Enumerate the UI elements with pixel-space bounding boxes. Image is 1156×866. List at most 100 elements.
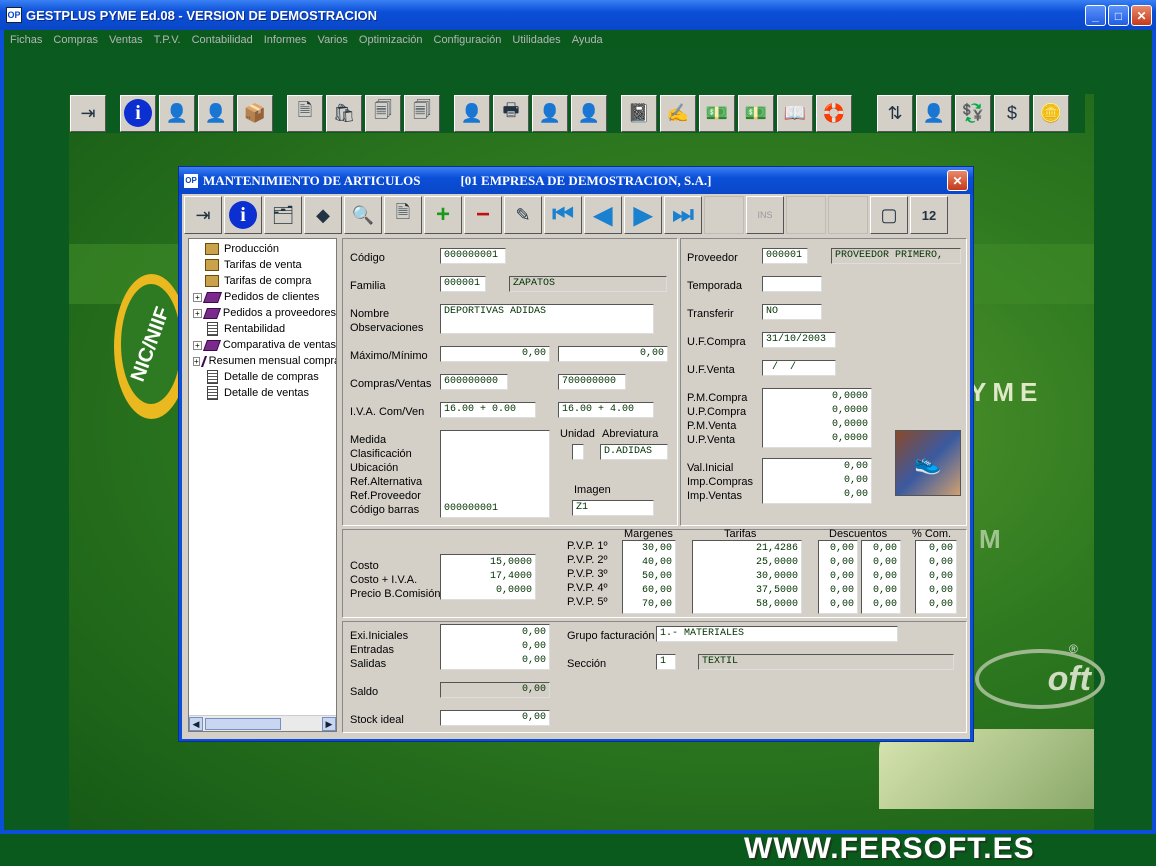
transferir-field[interactable]: NO xyxy=(762,304,822,320)
ledger-book-icon[interactable]: 📖 xyxy=(777,94,813,132)
scroll-thumb[interactable] xyxy=(205,717,281,730)
margenes-field[interactable]: 30,00 40,00 50,00 60,00 70,00 xyxy=(622,540,676,614)
tree-item-tarifas-venta[interactable]: Tarifas de venta xyxy=(189,257,336,273)
bag-icon[interactable]: 🛍 xyxy=(326,94,362,132)
exit-icon[interactable]: ⇥ xyxy=(184,196,222,234)
maximize-button[interactable]: □ xyxy=(1108,5,1129,26)
stock-ideal-field[interactable]: 0,00 xyxy=(440,710,550,726)
seccion-code-field[interactable]: 1 xyxy=(656,654,676,670)
user-box-icon[interactable]: 👤 xyxy=(532,94,568,132)
ventas-field[interactable]: 700000000 xyxy=(558,374,626,390)
temporada-field[interactable] xyxy=(762,276,822,292)
menu-compras[interactable]: Compras xyxy=(53,34,98,46)
scroll-right-icon[interactable]: ▶ xyxy=(322,716,336,731)
tree-item-produccion[interactable]: Producción xyxy=(189,241,336,257)
familia-code-field[interactable]: 000001 xyxy=(440,276,486,292)
proveedor-code-field[interactable]: 000001 xyxy=(762,248,808,264)
iva-ventas-field[interactable]: 16.00 + 4.00 xyxy=(558,402,654,418)
article-image[interactable]: 👟 xyxy=(895,430,961,496)
next-record-icon[interactable]: ▶ xyxy=(624,196,662,234)
lifebuoy-icon[interactable]: 🛟 xyxy=(816,94,852,132)
medida-block-field[interactable]: 000000001 xyxy=(440,430,550,518)
menu-fichas[interactable]: Fichas xyxy=(10,34,42,46)
unidad-checkbox[interactable] xyxy=(572,444,584,460)
money-transfer-icon[interactable]: 💱 xyxy=(955,94,991,132)
menu-informes[interactable]: Informes xyxy=(264,34,307,46)
money-up-icon[interactable]: 💵 xyxy=(699,94,735,132)
pages-12-icon[interactable]: 12 xyxy=(910,196,948,234)
tree-hscrollbar[interactable]: ◀ ▶ xyxy=(189,715,336,731)
tree-item-comparativa-ventas[interactable]: + Comparativa de ventas xyxy=(189,337,336,353)
menu-contabilidad[interactable]: Contabilidad xyxy=(192,34,253,46)
menu-varios[interactable]: Varios xyxy=(318,34,348,46)
expand-icon[interactable]: + xyxy=(193,308,202,318)
descuento2-field[interactable]: 0,00 0,00 0,00 0,00 0,00 xyxy=(861,540,901,614)
maximo-field[interactable]: 0,00 xyxy=(440,346,550,362)
comision-field[interactable]: 0,00 0,00 0,00 0,00 0,00 xyxy=(915,540,957,614)
coins-icon[interactable]: 🪙 xyxy=(1033,94,1069,132)
user-document-icon[interactable]: 👤 xyxy=(571,94,607,132)
square-button-icon[interactable]: ▢ xyxy=(870,196,908,234)
articles-box-icon[interactable]: 📦 xyxy=(237,94,273,132)
close-button[interactable]: ✕ xyxy=(1131,5,1152,26)
edit-icon[interactable]: ✎ xyxy=(504,196,542,234)
menu-optimizacion[interactable]: Optimización xyxy=(359,34,423,46)
last-record-icon[interactable]: ⏭ xyxy=(664,196,702,234)
codigo-field[interactable]: 000000001 xyxy=(440,248,506,264)
tree-item-pedidos-proveedores[interactable]: + Pedidos a proveedores xyxy=(189,305,336,321)
minimize-button[interactable]: _ xyxy=(1085,5,1106,26)
expand-icon[interactable]: + xyxy=(193,340,202,350)
clients-icon[interactable]: 👤 xyxy=(159,94,195,132)
exit-icon[interactable]: ⇥ xyxy=(70,94,106,132)
printer-icon[interactable]: 🖶 xyxy=(493,94,529,132)
first-record-icon[interactable]: ⏮ xyxy=(544,196,582,234)
map-icon[interactable]: ◆ xyxy=(304,196,342,234)
user-gift-icon[interactable]: 👤 xyxy=(454,94,490,132)
dialog-close-button[interactable]: ✕ xyxy=(947,170,968,191)
descuento1-field[interactable]: 0,00 0,00 0,00 0,00 0,00 xyxy=(818,540,858,614)
sort-az-icon[interactable]: ⇅ xyxy=(877,94,913,132)
delete-icon[interactable]: − xyxy=(464,196,502,234)
menu-ventas[interactable]: Ventas xyxy=(109,34,143,46)
ins-icon[interactable]: INS xyxy=(746,196,784,234)
search-icon[interactable]: 🔍 xyxy=(344,196,382,234)
money-down-icon[interactable]: 💵 xyxy=(738,94,774,132)
menu-utilidades[interactable]: Utilidades xyxy=(512,34,560,46)
tree-item-pedidos-clientes[interactable]: + Pedidos de clientes xyxy=(189,289,336,305)
iva-minus-icon[interactable]: 🗐 xyxy=(365,94,401,132)
compras-field[interactable]: 600000000 xyxy=(440,374,508,390)
minimo-field[interactable]: 0,00 xyxy=(558,346,668,362)
menu-configuracion[interactable]: Configuración xyxy=(434,34,502,46)
menu-tpv[interactable]: T.P.V. xyxy=(154,34,181,46)
tree-item-resumen-mensual[interactable]: + Resumen mensual compras xyxy=(189,353,336,369)
signature-icon[interactable]: ✍ xyxy=(660,94,696,132)
grupo-facturacion-field[interactable]: 1.- MATERIALES xyxy=(656,626,898,642)
info-icon[interactable]: i xyxy=(120,94,156,132)
costos-field[interactable]: 15,0000 17,4000 0,0000 xyxy=(440,554,536,600)
imagen-field[interactable]: Z1 xyxy=(572,500,654,516)
tree-item-detalle-ventas[interactable]: Detalle de ventas xyxy=(189,385,336,401)
scroll-left-icon[interactable]: ◀ xyxy=(189,716,203,731)
tree-item-detalle-compras[interactable]: Detalle de compras xyxy=(189,369,336,385)
browse-cards-icon[interactable]: 🗂 xyxy=(264,196,302,234)
info-icon[interactable]: i xyxy=(224,196,262,234)
user-list-icon[interactable]: 👤 xyxy=(916,94,952,132)
tree-item-tarifas-compra[interactable]: Tarifas de compra xyxy=(189,273,336,289)
abreviatura-field[interactable]: D.ADIDAS xyxy=(600,444,668,460)
iva-compras-field[interactable]: 16.00 + 0.00 xyxy=(440,402,536,418)
tarifas-field[interactable]: 21,4286 25,0000 30,0000 37,5000 58,0000 xyxy=(692,540,802,614)
menu-ayuda[interactable]: Ayuda xyxy=(572,34,603,46)
diario-icon[interactable]: 📓 xyxy=(621,94,657,132)
invoice-icon[interactable]: 🗎 xyxy=(287,94,323,132)
map-money-icon[interactable]: $ xyxy=(994,94,1030,132)
expand-icon[interactable]: + xyxy=(193,356,200,366)
suppliers-icon[interactable]: 👤 xyxy=(198,94,234,132)
iva-plus-icon[interactable]: 🗐 xyxy=(404,94,440,132)
print-list-icon[interactable]: 🗎 xyxy=(384,196,422,234)
uf-venta-field[interactable]: / / xyxy=(762,360,836,376)
uf-compra-field[interactable]: 31/10/2003 xyxy=(762,332,836,348)
expand-icon[interactable]: + xyxy=(193,292,202,302)
nombre-field[interactable]: DEPORTIVAS ADIDAS xyxy=(440,304,654,334)
prev-record-icon[interactable]: ◀ xyxy=(584,196,622,234)
tree-item-rentabilidad[interactable]: Rentabilidad xyxy=(189,321,336,337)
